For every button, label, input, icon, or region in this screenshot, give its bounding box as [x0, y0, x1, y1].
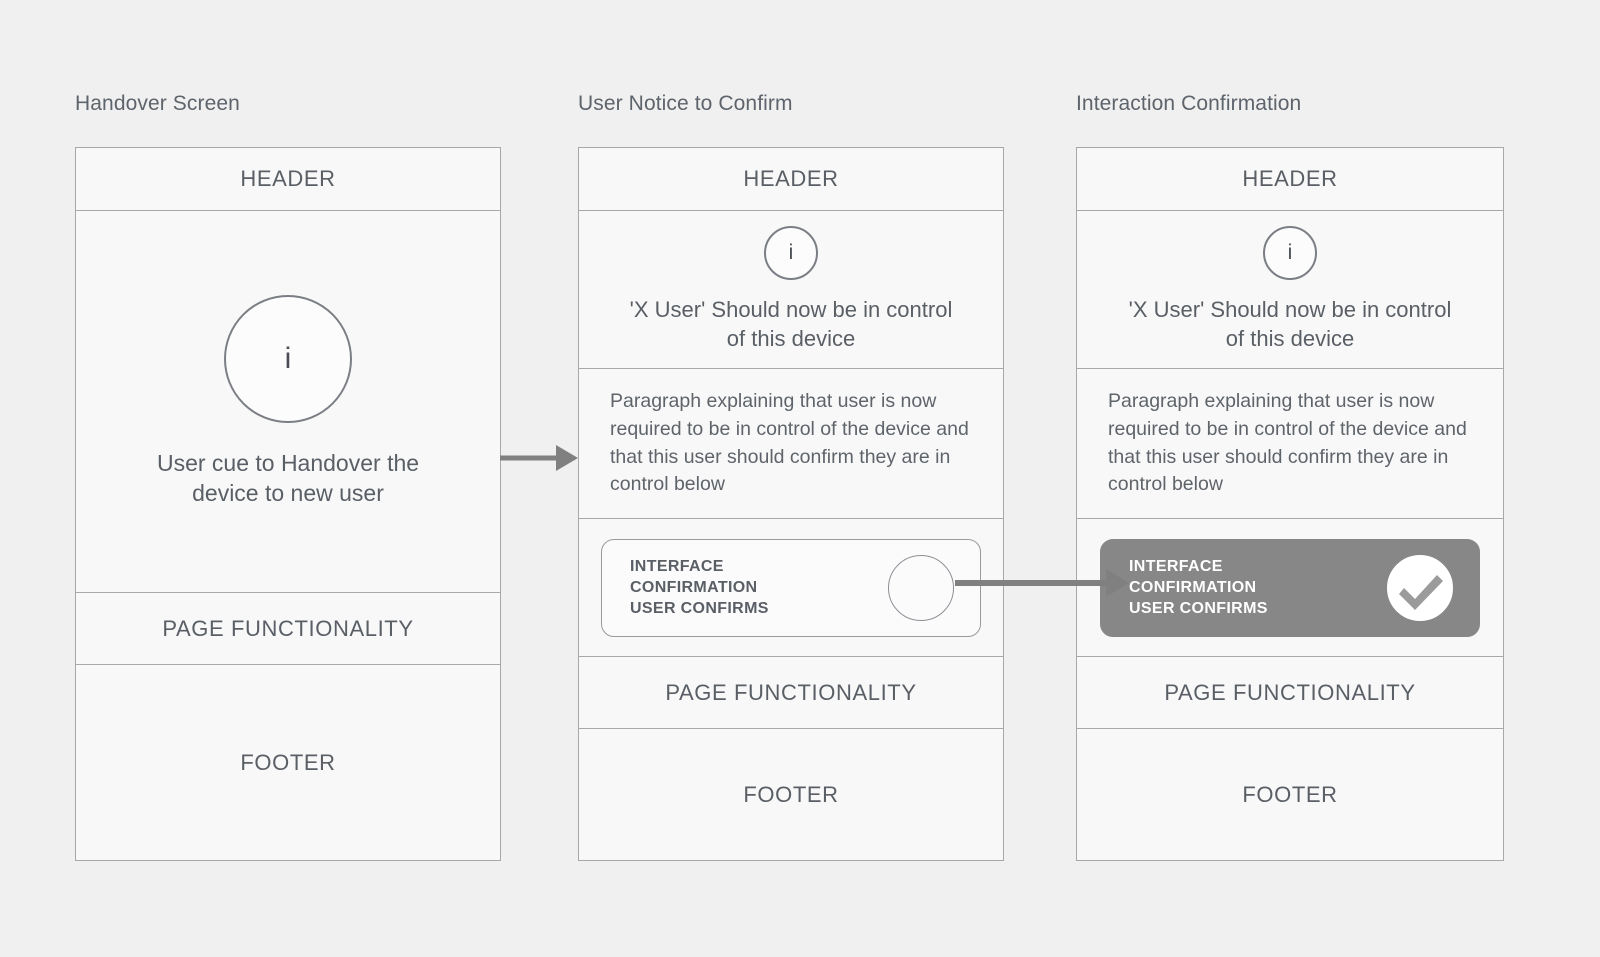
screen3-paragraph-text: Paragraph explaining that user is now re… [1108, 389, 1467, 496]
confirmation-toggle-label: INTERFACE CONFIRMATION USER CONFIRMS [1129, 556, 1268, 620]
screen2-paragraph-text: Paragraph explaining that user is now re… [610, 389, 969, 496]
confirmation-label-line-3: USER CONFIRMS [630, 600, 769, 618]
screen2-notice-text: 'X User' Should now be in control of thi… [629, 296, 953, 351]
screen1-cue-text: User cue to Handover the device to new u… [156, 450, 420, 506]
column-title-handover-screen: Handover Screen [75, 92, 240, 115]
screen3-control-band: INTERFACE CONFIRMATION USER CONFIRMS [1077, 518, 1503, 656]
confirmation-toggle-unconfirmed[interactable]: INTERFACE CONFIRMATION USER CONFIRMS [601, 538, 981, 637]
screen-handover: HEADER i User cue to Handover the device… [75, 147, 501, 861]
diagram-canvas: Handover Screen HEADER i User cue to Han… [0, 0, 1600, 957]
connector-arrow-screen1-to-screen2 [500, 445, 578, 471]
screen3-paragraph-band: Paragraph explaining that user is now re… [1077, 368, 1503, 518]
screen2-footer-band: FOOTER [579, 728, 1003, 860]
info-icon: i [764, 225, 818, 280]
screen3-footer-band: FOOTER [1077, 728, 1503, 860]
screen2-page-functionality-band: PAGE FUNCTIONALITY [579, 656, 1003, 728]
screen3-header-band: HEADER [1242, 166, 1338, 191]
screen2-control-band: INTERFACE CONFIRMATION USER CONFIRMS [579, 518, 1003, 656]
screen1-footer-band: FOOTER [76, 664, 500, 860]
toggle-knob-empty-circle-icon[interactable] [888, 554, 954, 621]
screen3-notice-text: 'X User' Should now be in control of thi… [1128, 296, 1452, 351]
confirmation-toggle-label: INTERFACE CONFIRMATION USER CONFIRMS [630, 556, 769, 620]
screen-interaction-confirmation: HEADER i 'X User' Should now be in contr… [1076, 147, 1504, 861]
confirmation-label-line-1: INTERFACE [1129, 557, 1223, 575]
screen-user-notice: HEADER i 'X User' Should now be in contr… [578, 147, 1004, 861]
info-icon: i [224, 295, 352, 424]
confirmation-label-line-1: INTERFACE [630, 557, 724, 575]
screen2-paragraph-band: Paragraph explaining that user is now re… [579, 368, 1003, 518]
screen2-notice-band: i 'X User' Should now be in control of t… [579, 210, 1003, 368]
info-icon: i [1263, 225, 1317, 280]
confirmation-toggle-confirmed[interactable]: INTERFACE CONFIRMATION USER CONFIRMS [1100, 538, 1480, 637]
confirmation-label-line-2: CONFIRMATION [630, 578, 758, 596]
column-title-interaction-confirmation: Interaction Confirmation [1076, 92, 1302, 115]
checkmark-icon [1399, 574, 1443, 610]
confirmation-label-line-2: CONFIRMATION [1129, 578, 1257, 596]
info-icon-glyph: i [788, 240, 794, 264]
toggle-knob-checked[interactable] [1387, 554, 1453, 621]
column-title-user-notice: User Notice to Confirm [578, 92, 793, 115]
info-icon-glyph: i [1287, 240, 1293, 264]
screen1-page-functionality-band: PAGE FUNCTIONALITY [76, 592, 500, 664]
confirmation-label-line-3: USER CONFIRMS [1129, 600, 1268, 618]
info-icon-glyph: i [284, 342, 292, 376]
connector-arrow-screen2-to-screen3 [955, 569, 1129, 597]
screen3-page-functionality-band: PAGE FUNCTIONALITY [1077, 656, 1503, 728]
screen3-notice-band: i 'X User' Should now be in control of t… [1077, 210, 1503, 368]
screen2-header-band: HEADER [743, 166, 839, 191]
screen1-header-band: HEADER [240, 166, 336, 191]
screen1-body-band: i User cue to Handover the device to new… [76, 210, 500, 592]
